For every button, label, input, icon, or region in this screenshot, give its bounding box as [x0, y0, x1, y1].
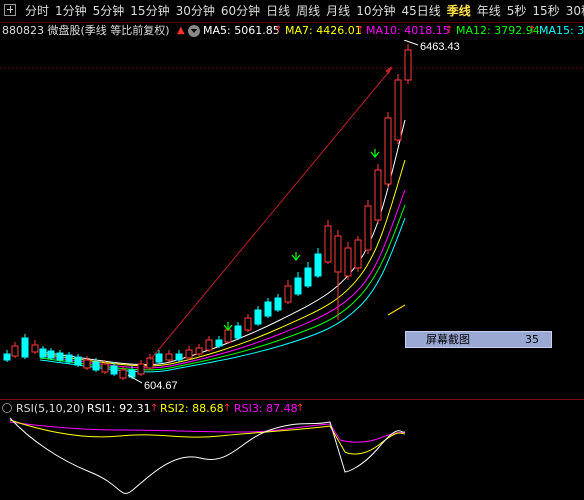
- signal-arrow-icon: [370, 149, 380, 158]
- candle: [304, 262, 312, 288]
- screenshot-label: 屏幕截图: [426, 333, 470, 346]
- candle: [39, 346, 47, 359]
- candle: [56, 350, 64, 362]
- up-arrow-icon: ↑: [274, 25, 283, 36]
- rsi2-value: RSI2: 88.68: [160, 402, 224, 415]
- candle: [11, 342, 19, 358]
- ma10-value: MA10: 4018.15: [366, 24, 450, 37]
- candle: [244, 314, 252, 332]
- candle: [215, 336, 223, 348]
- period-tab[interactable]: 季线: [444, 0, 474, 22]
- low-price-label: 604.67: [144, 380, 178, 392]
- ma7-value: MA7: 4426.01: [285, 24, 362, 37]
- ma-line: [39, 119, 406, 366]
- period-tab[interactable]: 5分钟: [90, 0, 128, 22]
- expand-toggle-icon[interactable]: [4, 4, 16, 16]
- up-arrow-icon: ▲: [177, 25, 185, 36]
- high-price-label: 6463.43: [420, 41, 460, 53]
- candle: [195, 344, 203, 356]
- candle: [294, 272, 302, 296]
- rsi-line: [9, 421, 406, 443]
- signal-arrow-icon: [291, 252, 301, 261]
- rsi3-value: RSI3: 87.48: [234, 402, 298, 415]
- candle: [137, 360, 145, 376]
- screenshot-button[interactable]: 屏幕截图 35: [405, 331, 552, 348]
- indicator-info-bar: 880823 微盘股(季线 等比前复权) ▲ MA5: 5061.85 ↑ MA…: [0, 22, 584, 40]
- ma-line: [39, 217, 406, 373]
- indicator-toggle-icon[interactable]: [2, 403, 12, 413]
- candle: [264, 298, 272, 318]
- period-tab[interactable]: 60分钟: [218, 0, 263, 22]
- period-tab[interactable]: 30分钟: [173, 0, 218, 22]
- period-tabs: 分时 1分钟 5分钟 15分钟 30分钟 60分钟 日线 周线 月线 10分钟 45日线 季线 年线 5秒…: [22, 0, 584, 22]
- stock-title: 880823 微盘股(季线 等比前复权): [2, 24, 170, 37]
- period-tab[interactable]: 5秒: [504, 0, 530, 22]
- ma5-value: MA5: 5061.85: [203, 24, 280, 37]
- candle: [314, 248, 322, 278]
- moving-average-lines: [39, 119, 406, 373]
- candle: [165, 350, 173, 362]
- candle: [254, 306, 262, 326]
- period-tab[interactable]: 月线: [323, 0, 353, 22]
- candle: [175, 350, 183, 362]
- candle: [344, 242, 352, 280]
- up-arrow-icon: ↑: [528, 25, 537, 36]
- signal-arrow-icon: [223, 322, 233, 331]
- period-tab[interactable]: 分时: [22, 0, 52, 22]
- candle: [31, 340, 39, 354]
- candle: [354, 236, 362, 272]
- candle: [3, 350, 11, 362]
- up-arrow-icon: ↑: [296, 403, 305, 414]
- candle: [404, 44, 412, 84]
- period-tab[interactable]: 10分钟: [353, 0, 398, 22]
- rsi-line: [9, 417, 406, 494]
- candle: [146, 354, 154, 370]
- up-arrow-icon: ↑: [150, 403, 159, 414]
- period-tab[interactable]: 15秒: [529, 0, 562, 22]
- candle: [185, 346, 193, 360]
- up-arrow-icon: ↑: [445, 25, 454, 36]
- period-tab[interactable]: 15分钟: [127, 0, 172, 22]
- candle: [334, 230, 342, 320]
- period-tab[interactable]: 1分钟: [52, 0, 90, 22]
- candle: [65, 352, 73, 364]
- period-tab[interactable]: 年线: [474, 0, 504, 22]
- ma15-value: MA15: 3: [539, 24, 584, 37]
- candle: [21, 334, 29, 359]
- dropdown-icon[interactable]: [188, 25, 200, 37]
- candle: [394, 74, 402, 144]
- rsi1-value: RSI1: 92.31: [87, 402, 151, 415]
- drawn-segment: [387, 304, 406, 316]
- candles: [3, 44, 412, 380]
- rsi-line: [9, 419, 406, 455]
- screenshot-value: 35: [525, 333, 539, 346]
- candle: [364, 200, 372, 254]
- up-arrow-icon: ↑: [223, 403, 232, 414]
- candle: [274, 294, 282, 312]
- high-pointer: [403, 40, 419, 46]
- candle: [384, 112, 392, 188]
- period-tab[interactable]: 日线: [263, 0, 293, 22]
- candle: [205, 336, 213, 352]
- candle: [284, 280, 292, 304]
- candle: [47, 348, 55, 360]
- period-toolbar: 分时 1分钟 5分钟 15分钟 30分钟 60分钟 日线 周线 月线 10分钟 45日线 季线 年线 5秒…: [0, 0, 584, 23]
- candle: [234, 322, 242, 340]
- candle: [74, 354, 82, 367]
- up-arrow-icon: ↑: [356, 25, 365, 36]
- period-tab[interactable]: 30秒: [563, 0, 584, 22]
- candle: [324, 220, 332, 264]
- rsi-title: RSI(5,10,20): [16, 402, 85, 415]
- candle: [374, 164, 382, 224]
- period-tab[interactable]: 周线: [293, 0, 323, 22]
- rsi-info-bar: RSI(5,10,20) RSI1: 92.31 ↑ RSI2: 88.68 ↑…: [0, 400, 584, 417]
- period-tab[interactable]: 45日线: [398, 0, 443, 22]
